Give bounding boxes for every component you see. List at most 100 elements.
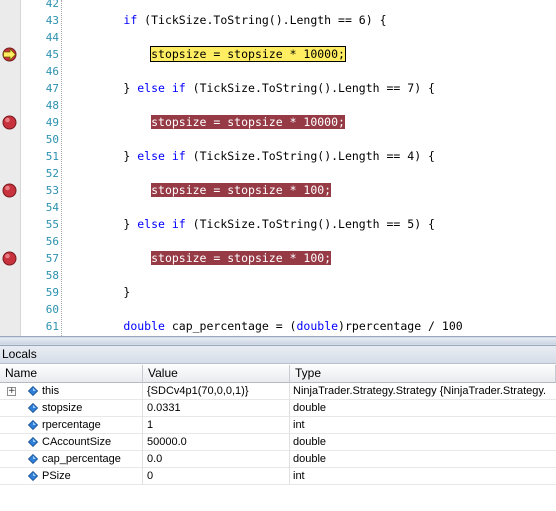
code-line[interactable]: 57 stopsize = stopsize * 100;	[0, 250, 556, 267]
code-editor[interactable]: 42 43 if (TickSize.ToString().Length == 6…	[0, 0, 556, 336]
code-token: }	[68, 285, 131, 299]
variable-value[interactable]: {SDCv4p1(70,0,0,1)}	[143, 383, 290, 400]
code-token: (TickSize.ToString().Length == 6) {	[137, 13, 387, 27]
line-number: 56	[45, 235, 59, 248]
column-header-type[interactable]: Type	[290, 365, 556, 383]
line-number: 46	[45, 65, 59, 78]
code-line[interactable]: 47 } else if (TickSize.ToString().Length…	[0, 80, 556, 97]
locals-name-cell[interactable]: rpercentage	[0, 417, 143, 434]
code-text[interactable]: } else if (TickSize.ToString().Length ==…	[68, 148, 435, 165]
line-number: 57	[45, 252, 59, 265]
keyword-token: if	[123, 13, 138, 27]
code-token: }	[68, 217, 138, 231]
code-token: (TickSize.ToString().Length == 4) {	[185, 149, 435, 163]
line-number: 58	[45, 269, 59, 282]
code-line[interactable]: 49 stopsize = stopsize * 10000;	[0, 114, 556, 131]
locals-row[interactable]: rpercentage 1 int	[0, 417, 556, 434]
code-text[interactable]: }	[68, 284, 130, 301]
code-line[interactable]: 46	[0, 63, 556, 80]
variable-value[interactable]: 50000.0	[143, 434, 290, 451]
code-line[interactable]: 55 } else if (TickSize.ToString().Length…	[0, 216, 556, 233]
code-line[interactable]: 59 }	[0, 284, 556, 301]
breakpoint-icon[interactable]	[2, 183, 17, 198]
variable-name: this	[42, 385, 60, 397]
variable-value[interactable]: 0.0	[143, 451, 290, 468]
code-lines: 42 43 if (TickSize.ToString().Length == 6…	[0, 0, 556, 335]
code-line[interactable]: 60	[0, 301, 556, 318]
variable-type: double	[293, 453, 327, 465]
breakpoint-icon[interactable]	[2, 251, 17, 266]
breakpoint-icon[interactable]	[2, 115, 17, 130]
code-text[interactable]: if (TickSize.ToString().Length == 6) {	[68, 12, 387, 29]
code-line[interactable]: 48	[0, 97, 556, 114]
variable-name: cap_percentage	[42, 453, 121, 465]
variable-value[interactable]: 0	[143, 468, 290, 485]
code-line[interactable]: 42	[0, 0, 556, 12]
code-text[interactable]: stopsize = stopsize * 100;	[68, 182, 332, 199]
code-line[interactable]: 51 } else if (TickSize.ToString().Length…	[0, 148, 556, 165]
locals-row[interactable]: cap_percentage 0.0 double	[0, 451, 556, 468]
variable-type: int	[293, 419, 305, 431]
locals-window: Locals Name Value Type + this {SDCv4p1(70,…	[0, 346, 556, 511]
locals-row[interactable]: + this {SDCv4p1(70,0,0,1)} NinjaTrader.Stra…	[0, 383, 556, 400]
code-token: (TickSize.ToString().Length == 7) {	[185, 81, 435, 95]
variable-name: stopsize	[42, 402, 83, 414]
line-number: 54	[45, 201, 59, 214]
expand-icon[interactable]: +	[7, 387, 16, 396]
code-text[interactable]: stopsize = stopsize * 100;	[68, 250, 332, 267]
line-number: 53	[45, 184, 59, 197]
code-line[interactable]: 54	[0, 199, 556, 216]
scrollbar-track[interactable]	[0, 338, 556, 344]
keyword-token: double	[123, 319, 165, 333]
locals-name-cell[interactable]: cap_percentage	[0, 451, 143, 468]
variable-value[interactable]: 1	[143, 417, 290, 434]
line-number: 55	[45, 218, 59, 231]
field-icon	[28, 420, 38, 430]
keyword-token: else if	[137, 81, 186, 95]
locals-name-cell[interactable]: PSize	[0, 468, 143, 485]
column-header-value[interactable]: Value	[143, 365, 290, 383]
code-line[interactable]: 50	[0, 131, 556, 148]
field-icon	[28, 454, 38, 464]
code-line[interactable]: 44	[0, 29, 556, 46]
code-text[interactable]: double cap_percentage = (double)rpercent…	[68, 318, 463, 335]
locals-name-cell[interactable]: stopsize	[0, 400, 143, 417]
line-number: 59	[45, 286, 59, 299]
variable-value[interactable]: 0.0331	[143, 400, 290, 417]
code-text[interactable]: stopsize = stopsize * 10000;	[68, 114, 345, 131]
locals-row[interactable]: PSize 0 int	[0, 468, 556, 485]
variable-type: double	[293, 436, 327, 448]
column-header-name[interactable]: Name	[0, 365, 143, 383]
code-token: )rpercentage / 100	[338, 319, 463, 333]
line-number: 44	[45, 31, 59, 44]
line-number: 42	[45, 0, 59, 10]
code-line[interactable]: 58	[0, 267, 556, 284]
highlighted-statement: stopsize = stopsize * 10000;	[150, 46, 346, 62]
current-statement-breakpoint-icon[interactable]	[2, 47, 17, 62]
code-token: (TickSize.ToString().Length == 5) {	[185, 217, 435, 231]
code-text[interactable]: } else if (TickSize.ToString().Length ==…	[68, 216, 435, 233]
code-line[interactable]: 43 if (TickSize.ToString().Length == 6) …	[0, 12, 556, 29]
highlighted-statement: stopsize = stopsize * 100;	[151, 183, 332, 197]
code-line[interactable]: 61 double cap_percentage = (double)rperc…	[0, 318, 556, 335]
code-line[interactable]: 52	[0, 165, 556, 182]
code-line[interactable]: 56	[0, 233, 556, 250]
variable-type: NinjaTrader.Strategy.Strategy {NinjaTrad…	[293, 385, 547, 397]
horizontal-scrollbar[interactable]	[0, 336, 556, 346]
variable-name: CAccountSize	[42, 436, 112, 448]
locals-name-cell[interactable]: + this	[0, 383, 143, 400]
locals-name-cell[interactable]: CAccountSize	[0, 434, 143, 451]
locals-row[interactable]: stopsize 0.0331 double	[0, 400, 556, 417]
code-text[interactable]: stopsize = stopsize * 10000;	[68, 46, 346, 63]
locals-row[interactable]: CAccountSize 50000.0 double	[0, 434, 556, 451]
variable-name: PSize	[42, 470, 71, 482]
code-line[interactable]: 45 stopsize = stopsize * 10000;	[0, 46, 556, 63]
code-text[interactable]: } else if (TickSize.ToString().Length ==…	[68, 80, 435, 97]
code-token: }	[68, 81, 138, 95]
code-line[interactable]: 53 stopsize = stopsize * 100;	[0, 182, 556, 199]
line-number: 47	[45, 82, 59, 95]
